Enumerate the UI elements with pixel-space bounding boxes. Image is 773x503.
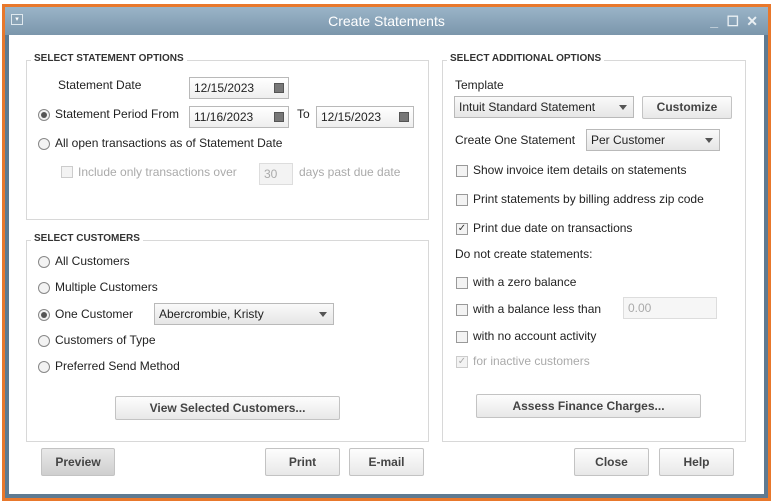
days-field[interactable]: 30 (259, 163, 293, 185)
create-statements-window: ▾ Create Statements _ ☐ ✕ SELECT STATEME… (2, 4, 771, 501)
multiple-customers-radio[interactable] (38, 282, 50, 294)
to-label: To (297, 107, 310, 121)
statement-period-radio[interactable] (38, 109, 50, 121)
do-not-create-label: Do not create statements: (455, 247, 593, 261)
customer-dropdown[interactable]: Abercrombie, Kristy (154, 303, 334, 325)
maximize-icon[interactable]: ☐ (726, 7, 739, 35)
one-customer-label: One Customer (55, 307, 134, 321)
period-to-value: 12/15/2023 (321, 110, 382, 124)
period-from-field[interactable]: 11/16/2023 (189, 106, 289, 128)
statement-date-label: Statement Date (58, 78, 142, 92)
all-customers-radio[interactable] (38, 256, 50, 268)
group-heading: SELECT CUSTOMERS (31, 233, 143, 244)
no-activity-checkbox[interactable] (456, 331, 468, 343)
days-label: days past due date (299, 165, 401, 179)
balance-amount-field[interactable]: 0.00 (623, 297, 717, 319)
customer-value: Abercrombie, Kristy (159, 307, 264, 321)
print-zip-label: Print statements by billing address zip … (473, 192, 704, 206)
statement-date-value: 12/15/2023 (194, 81, 255, 95)
customize-button[interactable]: Customize (642, 96, 732, 119)
close-button[interactable]: Close (574, 448, 649, 476)
include-only-checkbox[interactable] (61, 166, 73, 178)
balance-less-checkbox[interactable] (456, 304, 468, 316)
create-one-dropdown[interactable]: Per Customer (586, 129, 720, 151)
all-customers-label: All Customers (55, 254, 130, 268)
statement-period-label: Statement Period From (55, 107, 180, 121)
print-button[interactable]: Print (265, 448, 340, 476)
show-details-label: Show invoice item details on statements (473, 163, 687, 177)
statement-options-group: SELECT STATEMENT OPTIONS Statement Date … (26, 53, 429, 220)
create-one-value: Per Customer (591, 133, 666, 147)
preview-button[interactable]: Preview (41, 448, 115, 476)
chevron-down-icon (619, 105, 627, 110)
minimize-icon[interactable]: _ (710, 7, 718, 35)
template-value: Intuit Standard Statement (459, 100, 596, 114)
system-menu-icon[interactable]: ▾ (11, 14, 23, 25)
print-due-label: Print due date on transactions (473, 221, 633, 235)
dialog-body: SELECT STATEMENT OPTIONS Statement Date … (9, 35, 764, 494)
statement-date-field[interactable]: 12/15/2023 (189, 77, 289, 99)
additional-options-group: SELECT ADDITIONAL OPTIONS Template Intui… (442, 53, 746, 442)
period-to-field[interactable]: 12/15/2023 (316, 106, 414, 128)
zero-balance-label: with a zero balance (473, 275, 577, 289)
inactive-label: for inactive customers (473, 354, 590, 368)
template-label: Template (455, 78, 504, 92)
close-icon[interactable]: ✕ (746, 7, 758, 35)
customers-of-type-label: Customers of Type (55, 333, 156, 347)
template-dropdown[interactable]: Intuit Standard Statement (454, 96, 634, 118)
calendar-icon[interactable] (274, 112, 284, 122)
help-button[interactable]: Help (659, 448, 734, 476)
inactive-checkbox[interactable]: ✓ (456, 356, 468, 368)
zero-balance-checkbox[interactable] (456, 277, 468, 289)
all-open-radio[interactable] (38, 138, 50, 150)
include-only-label: Include only transactions over (78, 165, 237, 179)
calendar-icon[interactable] (274, 83, 284, 93)
chevron-down-icon (705, 138, 713, 143)
window-title: Create Statements (328, 13, 445, 29)
balance-less-label: with a balance less than (473, 302, 602, 316)
view-selected-customers-button[interactable]: View Selected Customers... (115, 396, 340, 420)
print-due-checkbox[interactable]: ✓ (456, 223, 468, 235)
calendar-icon[interactable] (399, 112, 409, 122)
chevron-down-icon (319, 312, 327, 317)
assess-finance-charges-button[interactable]: Assess Finance Charges... (476, 394, 701, 418)
customers-of-type-radio[interactable] (38, 335, 50, 347)
one-customer-radio[interactable] (38, 309, 50, 321)
create-one-label: Create One Statement (455, 133, 576, 147)
multiple-customers-label: Multiple Customers (55, 280, 158, 294)
email-button[interactable]: E-mail (349, 448, 424, 476)
title-bar: ▾ Create Statements _ ☐ ✕ (5, 7, 768, 35)
preferred-send-radio[interactable] (38, 361, 50, 373)
period-from-value: 11/16/2023 (194, 110, 254, 124)
all-open-label: All open transactions as of Statement Da… (55, 136, 283, 150)
print-zip-checkbox[interactable] (456, 194, 468, 206)
group-heading: SELECT STATEMENT OPTIONS (31, 53, 187, 64)
show-details-checkbox[interactable] (456, 165, 468, 177)
select-customers-group: SELECT CUSTOMERS All Customers Multiple … (26, 233, 429, 442)
preferred-send-label: Preferred Send Method (55, 359, 180, 373)
no-activity-label: with no account activity (473, 329, 597, 343)
group-heading: SELECT ADDITIONAL OPTIONS (447, 53, 605, 64)
